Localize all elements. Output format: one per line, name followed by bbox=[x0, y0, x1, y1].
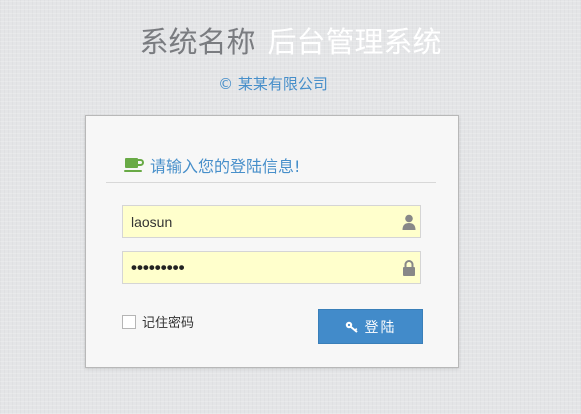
login-button[interactable]: 登陆 bbox=[318, 309, 423, 344]
coffee-icon bbox=[124, 158, 144, 172]
remember-label: 记住密码 bbox=[142, 316, 195, 331]
remember-me[interactable]: 记住密码 bbox=[122, 312, 194, 331]
system-subtitle: 后台管理系统 bbox=[267, 25, 442, 59]
login-box: 请输入您的登陆信息! 记住密码 登陆 bbox=[85, 115, 459, 368]
copyright-text: © 某某有限公司 bbox=[218, 75, 328, 93]
password-field bbox=[122, 251, 421, 284]
system-name: 系统名称 bbox=[139, 25, 256, 59]
username-input[interactable] bbox=[123, 206, 393, 237]
remember-checkbox[interactable] bbox=[122, 314, 136, 329]
page-title: 系统名称 后台管理系统 bbox=[0, 23, 581, 61]
password-input[interactable] bbox=[123, 252, 393, 283]
login-heading: 请输入您的登陆信息! bbox=[106, 154, 436, 183]
login-button-label: 登陆 bbox=[364, 319, 397, 336]
key-icon bbox=[345, 321, 358, 333]
user-icon bbox=[402, 214, 416, 230]
username-field bbox=[122, 205, 421, 238]
login-heading-text: 请输入您的登陆信息! bbox=[150, 157, 301, 176]
lock-icon bbox=[403, 260, 415, 276]
